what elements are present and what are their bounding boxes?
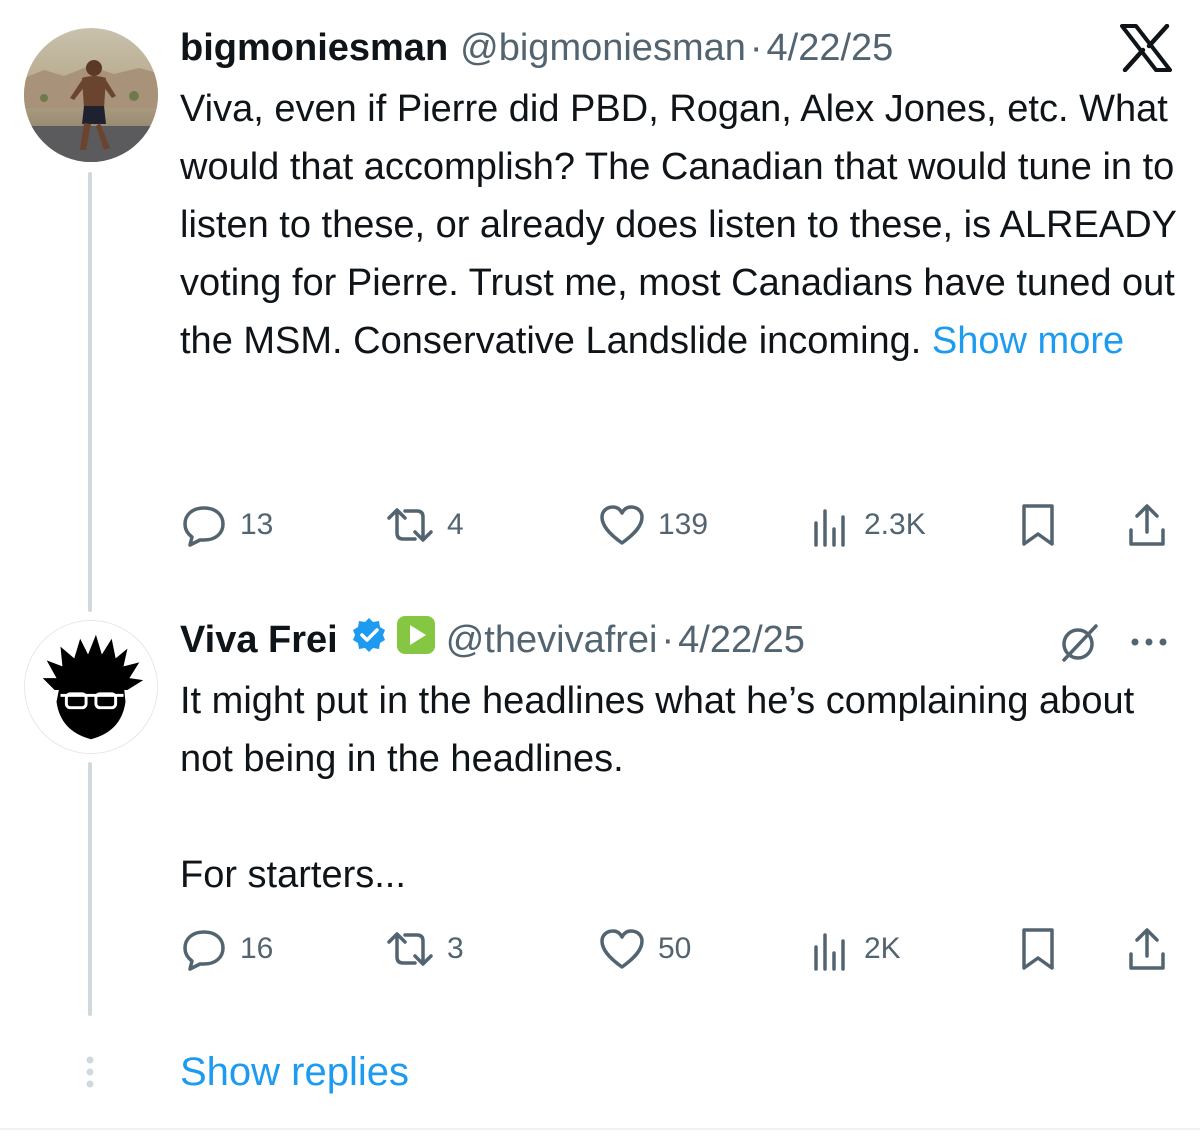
tweet2-repost-button[interactable]: 3: [385, 924, 464, 974]
tweet1-views-button[interactable]: 2.3K: [810, 500, 926, 550]
tweet2-text: It might put in the headlines what he’s …: [180, 672, 1140, 904]
reply-icon: [180, 503, 228, 547]
tweet1-header: bigmoniesman @bigmoniesman · 4/22/25: [180, 20, 893, 76]
tweet2-author-handle[interactable]: @thevivafrei: [446, 619, 658, 662]
tweet2-header: Viva Frei @thevivafrei · 4/22/25: [180, 612, 805, 668]
tweet1-share-button[interactable]: [1126, 500, 1168, 550]
tweet2-text-paragraph-2: For starters...: [180, 854, 406, 896]
tweet2-action-bar: 16 3 50 2K: [180, 924, 1170, 974]
share-icon: [1126, 926, 1168, 972]
views-chart-icon: [810, 927, 852, 971]
tweet1-action-bar: 13 4 139 2.3K: [180, 500, 1170, 550]
tweet2-like-count: 50: [658, 932, 692, 965]
tweet1-date[interactable]: 4/22/25: [767, 27, 894, 70]
avatar-viva-frei[interactable]: [24, 620, 158, 754]
tweet2-date[interactable]: 4/22/25: [678, 619, 805, 662]
heart-icon: [598, 927, 646, 971]
tweet1-bookmark-button[interactable]: [1018, 500, 1058, 550]
tweet2-text-paragraph-1: It might put in the headlines what he’s …: [180, 680, 1135, 780]
repost-icon: [385, 927, 435, 971]
repost-icon: [385, 503, 435, 547]
tweet2-view-count: 2K: [864, 932, 901, 965]
tweet2-reply-count: 16: [240, 932, 274, 965]
tweet1-view-count: 2.3K: [864, 508, 926, 541]
verified-badge-icon: [350, 616, 388, 664]
thread-connector-line: [88, 172, 92, 612]
tweet2-repost-count: 3: [447, 932, 464, 965]
bookmark-icon: [1018, 502, 1058, 548]
tweet2-reply-button[interactable]: 16: [180, 924, 273, 974]
show-more-link[interactable]: Show more: [932, 320, 1124, 362]
more-options-icon[interactable]: [1128, 632, 1170, 652]
thread-connector-line: [88, 762, 92, 1016]
share-icon: [1126, 502, 1168, 548]
tweet1-like-button[interactable]: 139: [598, 500, 708, 550]
tweet1-reply-button[interactable]: 13: [180, 500, 273, 550]
bookmark-icon: [1018, 926, 1058, 972]
tweet2-separator: ·: [661, 618, 675, 661]
tweet2-author-name[interactable]: Viva Frei: [180, 619, 338, 662]
tweet1-author-handle[interactable]: @bigmoniesman: [460, 27, 746, 70]
thread-more-dots-icon: [82, 1054, 98, 1090]
tweet1-repost-count: 4: [447, 508, 464, 541]
tweet1-separator: ·: [749, 26, 763, 69]
tweet2-share-button[interactable]: [1126, 924, 1168, 974]
tweet2-bookmark-button[interactable]: [1018, 924, 1058, 974]
tweet2-like-button[interactable]: 50: [598, 924, 691, 974]
avatar-bigmoniesman[interactable]: [24, 28, 158, 162]
tweet1-reply-count: 13: [240, 508, 274, 541]
bottom-divider: [0, 1128, 1200, 1130]
tweet1-like-count: 139: [658, 508, 709, 541]
reply-icon: [180, 927, 228, 971]
views-chart-icon: [810, 503, 852, 547]
rumble-icon: [396, 615, 436, 665]
heart-icon: [598, 503, 646, 547]
tweet1-text: Viva, even if Pierre did PBD, Rogan, Ale…: [180, 80, 1180, 370]
show-replies-link[interactable]: Show replies: [180, 1044, 409, 1100]
tweet2-views-button[interactable]: 2K: [810, 924, 901, 974]
tweet1-author-name[interactable]: bigmoniesman: [180, 27, 448, 70]
tweet1-repost-button[interactable]: 4: [385, 500, 464, 550]
x-logo-icon: [1120, 23, 1172, 73]
grok-icon[interactable]: [1056, 620, 1102, 666]
